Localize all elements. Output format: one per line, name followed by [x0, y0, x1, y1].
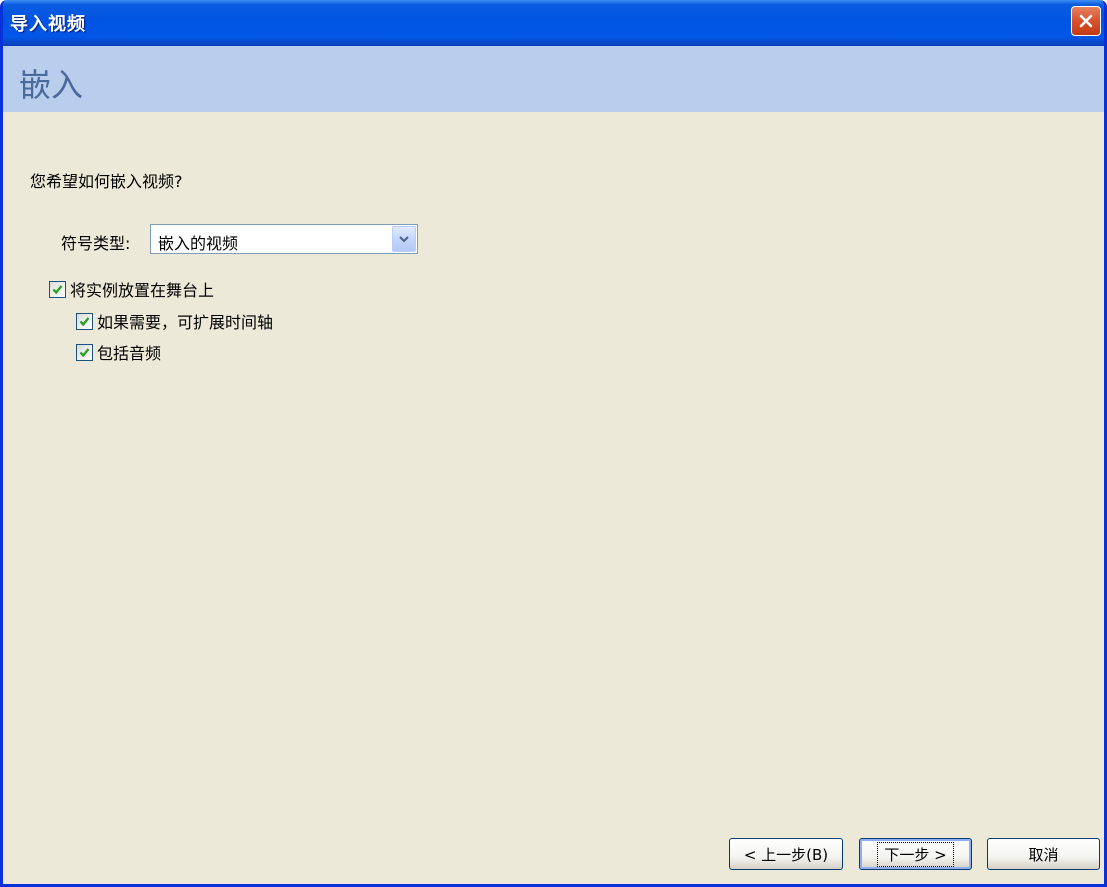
include-audio-option[interactable]: 包括音频: [76, 340, 161, 364]
back-button-label: < 上一步(B): [743, 845, 829, 864]
symbol-type-label: 符号类型:: [61, 234, 131, 253]
cancel-button[interactable]: 取消: [987, 838, 1100, 870]
title-bar[interactable]: 导入视频: [3, 0, 1104, 46]
checkmark-icon: [79, 316, 90, 326]
expand-timeline-checkbox[interactable]: [76, 312, 93, 330]
import-video-dialog: 导入视频 嵌入 您希望如何嵌入视频? 符号类型: 嵌入的视频 将实例放置在舞台上: [0, 0, 1107, 887]
checkmark-icon: [52, 284, 63, 294]
place-on-stage-checkbox[interactable]: [49, 280, 66, 298]
next-button-label: 下一步 >: [877, 841, 954, 867]
include-audio-checkbox[interactable]: [76, 343, 93, 361]
back-button[interactable]: < 上一步(B): [729, 838, 843, 870]
chevron-down-icon: [399, 236, 409, 243]
step-title: 嵌入: [19, 66, 84, 104]
window-title: 导入视频: [10, 14, 86, 35]
expand-timeline-option[interactable]: 如果需要，可扩展时间轴: [76, 309, 273, 333]
symbol-type-value: 嵌入的视频: [158, 234, 239, 253]
cancel-button-label: 取消: [1028, 845, 1059, 864]
place-on-stage-label: 将实例放置在舞台上: [70, 281, 215, 300]
close-button[interactable]: [1071, 6, 1101, 36]
next-button[interactable]: 下一步 >: [859, 838, 972, 870]
embed-question: 您希望如何嵌入视频?: [30, 172, 183, 191]
dropdown-arrow-button[interactable]: [392, 226, 416, 252]
include-audio-label: 包括音频: [97, 344, 162, 363]
close-icon: [1079, 14, 1093, 28]
checkmark-icon: [79, 347, 90, 357]
expand-timeline-label: 如果需要，可扩展时间轴: [97, 313, 274, 332]
place-on-stage-option[interactable]: 将实例放置在舞台上: [49, 277, 214, 301]
wizard-header: 嵌入: [3, 46, 1104, 112]
symbol-type-select[interactable]: 嵌入的视频: [150, 224, 418, 254]
